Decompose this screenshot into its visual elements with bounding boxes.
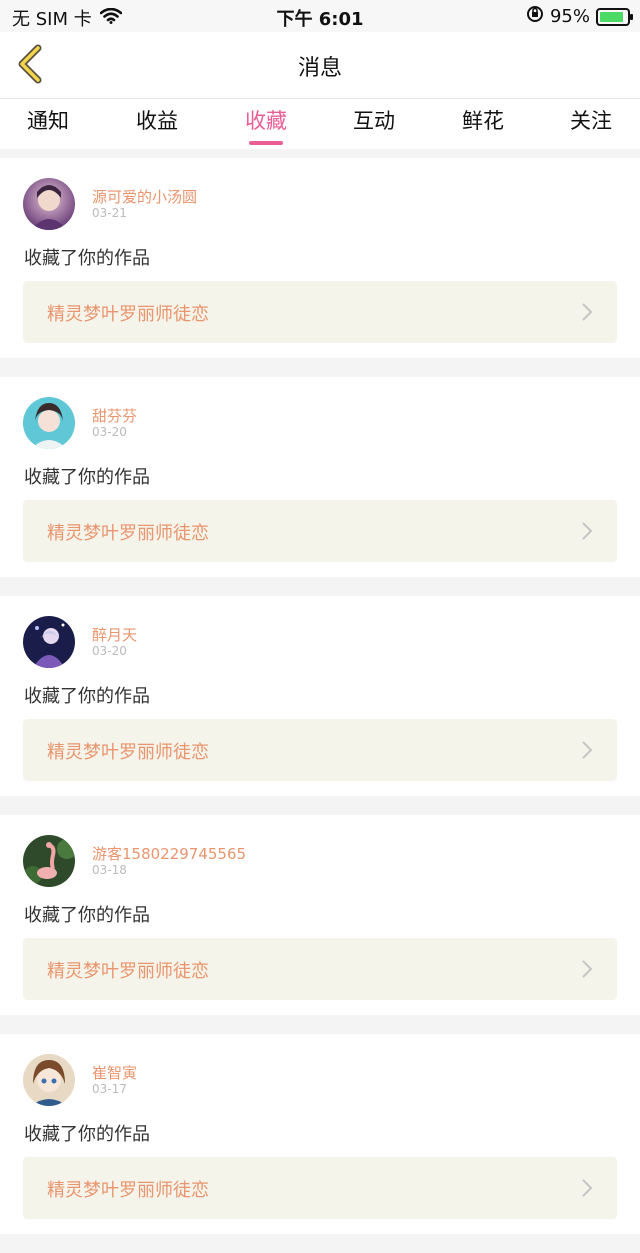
user-name[interactable]: 游客1580229745565 bbox=[92, 843, 246, 864]
user-name[interactable]: 源可爱的小汤圆 bbox=[92, 186, 197, 207]
work-link[interactable]: 精灵梦叶罗丽师徒恋 bbox=[23, 938, 617, 1000]
work-title: 精灵梦叶罗丽师徒恋 bbox=[47, 961, 209, 982]
user-name[interactable]: 崔智寅 bbox=[92, 1062, 137, 1083]
status-bar: 无 SIM 卡 下午 6:01 95% bbox=[0, 0, 640, 32]
tab-income[interactable]: 收益 bbox=[117, 105, 197, 135]
action-text: 收藏了你的作品 bbox=[24, 686, 150, 707]
user-name[interactable]: 甜芬芬 bbox=[92, 405, 137, 426]
page-title: 消息 bbox=[297, 56, 342, 81]
orientation-lock-icon bbox=[526, 5, 544, 28]
action-text: 收藏了你的作品 bbox=[24, 1124, 150, 1145]
work-title: 精灵梦叶罗丽师徒恋 bbox=[47, 742, 209, 763]
tab-notice[interactable]: 通知 bbox=[8, 105, 88, 135]
avatar[interactable] bbox=[23, 397, 75, 449]
avatar[interactable] bbox=[23, 835, 75, 887]
chevron-right-icon bbox=[582, 522, 593, 540]
tab-flowers[interactable]: 鲜花 bbox=[443, 105, 523, 135]
list-item: 崔智寅 03-17 收藏了你的作品 精灵梦叶罗丽师徒恋 bbox=[0, 1034, 640, 1234]
item-date: 03-17 bbox=[92, 1082, 127, 1096]
list-item: 源可爱的小汤圆 03-21 收藏了你的作品 精灵梦叶罗丽师徒恋 bbox=[0, 158, 640, 358]
work-link[interactable]: 精灵梦叶罗丽师徒恋 bbox=[23, 1157, 617, 1219]
chevron-right-icon bbox=[582, 303, 593, 321]
item-date: 03-20 bbox=[92, 644, 127, 658]
work-link[interactable]: 精灵梦叶罗丽师徒恋 bbox=[23, 281, 617, 343]
tab-label: 关注 bbox=[570, 109, 612, 133]
message-list: 源可爱的小汤圆 03-21 收藏了你的作品 精灵梦叶罗丽师徒恋 甜芬芬 03-2… bbox=[0, 158, 640, 1253]
active-tab-indicator bbox=[249, 141, 283, 145]
status-right: 95% bbox=[526, 5, 633, 28]
work-link[interactable]: 精灵梦叶罗丽师徒恋 bbox=[23, 500, 617, 562]
work-title: 精灵梦叶罗丽师徒恋 bbox=[47, 523, 209, 544]
list-item: 醉月天 03-20 收藏了你的作品 精灵梦叶罗丽师徒恋 bbox=[0, 596, 640, 796]
item-date: 03-18 bbox=[92, 863, 127, 877]
action-text: 收藏了你的作品 bbox=[24, 248, 150, 269]
item-date: 03-21 bbox=[92, 206, 127, 220]
action-text: 收藏了你的作品 bbox=[24, 905, 150, 926]
action-text: 收藏了你的作品 bbox=[24, 467, 150, 488]
work-title: 精灵梦叶罗丽师徒恋 bbox=[47, 304, 209, 325]
avatar[interactable] bbox=[23, 178, 75, 230]
list-item: 游客1580229745565 03-18 收藏了你的作品 精灵梦叶罗丽师徒恋 bbox=[0, 815, 640, 1015]
tab-label: 收藏 bbox=[245, 109, 287, 133]
avatar[interactable] bbox=[23, 1054, 75, 1106]
user-name[interactable]: 醉月天 bbox=[92, 624, 137, 645]
tab-label: 互动 bbox=[353, 109, 395, 133]
battery-percent: 95% bbox=[549, 6, 590, 27]
nav-bar: 消息 bbox=[0, 32, 640, 99]
tab-bar: 通知 收益 收藏 互动 鲜花 关注 bbox=[0, 99, 640, 149]
work-link[interactable]: 精灵梦叶罗丽师徒恋 bbox=[23, 719, 617, 781]
battery-icon bbox=[596, 7, 633, 26]
tab-follow[interactable]: 关注 bbox=[551, 105, 631, 135]
tab-favorites[interactable]: 收藏 bbox=[226, 105, 306, 145]
tab-label: 鲜花 bbox=[462, 109, 504, 133]
tab-interaction[interactable]: 互动 bbox=[334, 105, 414, 135]
chevron-right-icon bbox=[582, 741, 593, 759]
avatar[interactable] bbox=[23, 616, 75, 668]
list-item: 甜芬芬 03-20 收藏了你的作品 精灵梦叶罗丽师徒恋 bbox=[0, 377, 640, 577]
tab-label: 收益 bbox=[136, 109, 178, 133]
chevron-right-icon bbox=[582, 960, 593, 978]
item-date: 03-20 bbox=[92, 425, 127, 439]
chevron-right-icon bbox=[582, 1179, 593, 1197]
tab-label: 通知 bbox=[27, 109, 69, 133]
work-title: 精灵梦叶罗丽师徒恋 bbox=[47, 1180, 209, 1201]
